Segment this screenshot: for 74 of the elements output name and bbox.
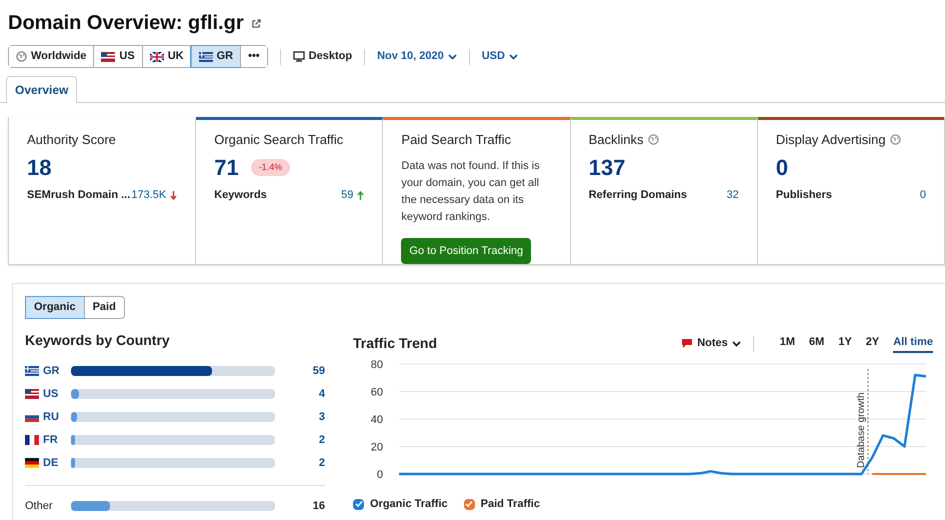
- metric-label: Keywords: [214, 188, 267, 203]
- database-button[interactable]: •••: [240, 46, 267, 67]
- legend-checkbox[interactable]: [464, 498, 475, 510]
- metric-count: 32: [726, 188, 739, 203]
- country-label: Other: [25, 498, 54, 514]
- axis-tick: 80: [370, 359, 383, 371]
- chevron-down-icon: [732, 340, 741, 346]
- change-badge: -1.4%: [250, 158, 290, 176]
- currency-selector[interactable]: USD: [482, 48, 518, 65]
- country-code: DE: [43, 456, 58, 471]
- empty-message: Data was not found. If this is your domain, you can get all the necessary data on its keyword rankings.: [401, 158, 541, 224]
- keyword-count: 16: [312, 498, 325, 514]
- chevron-down-icon: [508, 54, 518, 60]
- flag-icon: [25, 412, 39, 422]
- flag-icon: [150, 52, 164, 62]
- device-selector[interactable]: Desktop: [292, 48, 352, 65]
- section-title: Traffic Trend: [353, 334, 438, 353]
- flag-icon: [25, 366, 39, 376]
- card-title: Display Advertising: [776, 131, 886, 149]
- time-range-tab[interactable]: All time: [893, 334, 933, 353]
- chevron-down-icon: [448, 54, 457, 60]
- metric-value: 137: [588, 154, 626, 181]
- traffic-type-toggle[interactable]: Paid: [84, 297, 124, 318]
- position-tracking-button[interactable]: Go to Position Tracking: [401, 238, 532, 264]
- monitor-icon: [292, 51, 305, 62]
- notes-button[interactable]: Notes: [681, 335, 741, 352]
- database-button[interactable]: GR: [190, 46, 240, 67]
- metric-value: 0: [776, 154, 788, 181]
- flag-icon: [25, 389, 39, 399]
- metric-label: Publishers: [776, 188, 832, 203]
- section-title: Keywords by Country: [25, 331, 171, 350]
- metric-value: 18: [27, 154, 52, 181]
- keyword-count: 3: [318, 410, 325, 425]
- page-title: Domain Overview: gfli.gr: [8, 11, 244, 36]
- country-code: US: [43, 386, 58, 402]
- time-range-tab[interactable]: 2Y: [866, 334, 880, 353]
- time-range-tab[interactable]: 1Y: [838, 334, 852, 353]
- axis-tick: 60: [370, 386, 383, 398]
- flag-icon: [198, 52, 213, 62]
- country-code: RU: [43, 410, 59, 425]
- metric-label: SEMrush Domain ...: [27, 188, 130, 203]
- metric-count: 59: [341, 188, 354, 203]
- speech-bubble-icon: [681, 338, 694, 349]
- flag-icon: [25, 435, 39, 445]
- keyword-count: 2: [318, 456, 325, 471]
- globe-icon: [16, 51, 27, 62]
- metric-count: 173.5K: [131, 188, 166, 203]
- legend-checkbox[interactable]: [353, 498, 364, 510]
- card-title: Paid Search Traffic: [401, 131, 511, 149]
- keyword-count: 4: [318, 386, 325, 402]
- country-code: GR: [43, 364, 60, 379]
- annotation-label: Database growth: [856, 392, 867, 468]
- axis-tick: 40: [370, 414, 383, 426]
- metric-label: Referring Domains: [588, 188, 688, 203]
- external-link-icon: [252, 18, 261, 28]
- card-title: Organic Search Traffic: [214, 131, 344, 149]
- legend-label: Organic Traffic: [370, 497, 448, 512]
- country-code: FR: [43, 432, 58, 448]
- keyword-count: 59: [312, 364, 325, 379]
- card-title: Authority Score: [27, 131, 116, 149]
- traffic-type-toggle[interactable]: Organic: [26, 297, 84, 318]
- tab[interactable]: Overview: [6, 76, 78, 103]
- time-range-tab[interactable]: 1M: [780, 334, 796, 353]
- keyword-count: 2: [318, 432, 325, 448]
- metric-value: 71: [214, 154, 239, 181]
- axis-tick: 20: [370, 442, 383, 454]
- card-title: Backlinks: [588, 131, 644, 149]
- axis-tick: 0: [376, 469, 383, 481]
- legend-label: Paid Traffic: [480, 497, 540, 512]
- time-range-tab[interactable]: 6M: [809, 334, 824, 353]
- flag-icon: [101, 52, 116, 62]
- metric-count: 0: [920, 188, 926, 203]
- flag-icon: [25, 458, 39, 468]
- date-selector[interactable]: Nov 10, 2020: [377, 48, 457, 65]
